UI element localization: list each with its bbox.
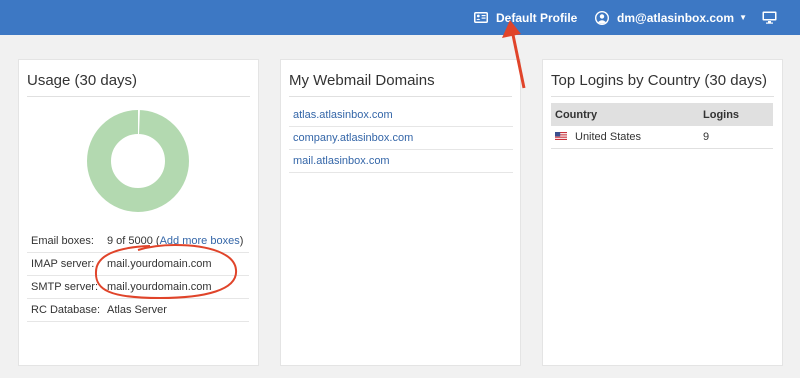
info-value: mail.yourdomain.com [107, 258, 212, 270]
add-more-boxes-link[interactable]: Add more boxes [160, 235, 240, 247]
usage-donut-chart [87, 110, 189, 212]
info-row-imap: IMAP server: mail.yourdomain.com [27, 253, 249, 276]
domain-link[interactable]: company.atlasinbox.com [289, 127, 513, 150]
email-boxes-suffix: ) [239, 235, 244, 247]
user-circle-icon [595, 10, 609, 25]
info-value: mail.yourdomain.com [107, 281, 212, 293]
email-boxes-count: 9 of 5000 ( [107, 235, 160, 247]
info-value: 9 of 5000 (Add more boxes) [107, 235, 243, 247]
divider [27, 96, 250, 97]
webmail-domains-panel: My Webmail Domains atlas.atlasinbox.com … [280, 59, 521, 366]
user-menu-button[interactable]: dm@atlasinbox.com ▼ [595, 0, 747, 35]
logins-count: 9 [703, 131, 710, 143]
country-table: Country Logins United States 9 [551, 103, 773, 149]
info-row-smtp: SMTP server: mail.yourdomain.com [27, 276, 249, 299]
info-label: RC Database: [31, 304, 101, 316]
country-name: United States [575, 131, 642, 143]
info-label: Email boxes: [31, 235, 94, 247]
info-row-email-boxes: Email boxes: 9 of 5000 (Add more boxes) [27, 230, 249, 253]
id-card-icon [474, 12, 488, 23]
chevron-down-icon: ▼ [739, 13, 747, 22]
monitor-icon [762, 11, 777, 24]
user-email-label: dm@atlasinbox.com [617, 10, 735, 25]
table-header: Country Logins [551, 103, 773, 126]
usage-title: Usage (30 days) [27, 72, 138, 89]
table-row: United States 9 [551, 126, 773, 149]
country-cell: United States [551, 131, 701, 143]
column-header-logins: Logins [703, 108, 740, 121]
default-profile-label: Default Profile [496, 10, 578, 25]
usage-info-table: Email boxes: 9 of 5000 (Add more boxes) … [27, 230, 249, 322]
domain-link[interactable]: atlas.atlasinbox.com [289, 104, 513, 127]
top-bar: Default Profile dm@atlasinbox.com ▼ [0, 0, 800, 35]
info-label: IMAP server: [31, 258, 95, 270]
info-value: Atlas Server [107, 304, 167, 316]
monitor-button[interactable] [762, 0, 777, 35]
us-flag-icon [555, 131, 567, 143]
domain-link[interactable]: mail.atlasinbox.com [289, 150, 513, 173]
default-profile-button[interactable]: Default Profile [474, 0, 577, 35]
donut-free-segment [87, 110, 189, 212]
divider [289, 96, 512, 97]
info-row-rc-database: RC Database: Atlas Server [27, 299, 249, 322]
top-logins-panel: Top Logins by Country (30 days) Country … [542, 59, 783, 366]
column-header-country: Country [555, 108, 598, 121]
domains-title: My Webmail Domains [289, 72, 435, 89]
domain-list: atlas.atlasinbox.com company.atlasinbox.… [289, 104, 513, 173]
usage-panel: Usage (30 days) Email boxes: 9 of 5000 (… [18, 59, 259, 366]
info-label: SMTP server: [31, 281, 99, 293]
logins-title: Top Logins by Country (30 days) [551, 72, 767, 89]
divider [551, 96, 774, 97]
